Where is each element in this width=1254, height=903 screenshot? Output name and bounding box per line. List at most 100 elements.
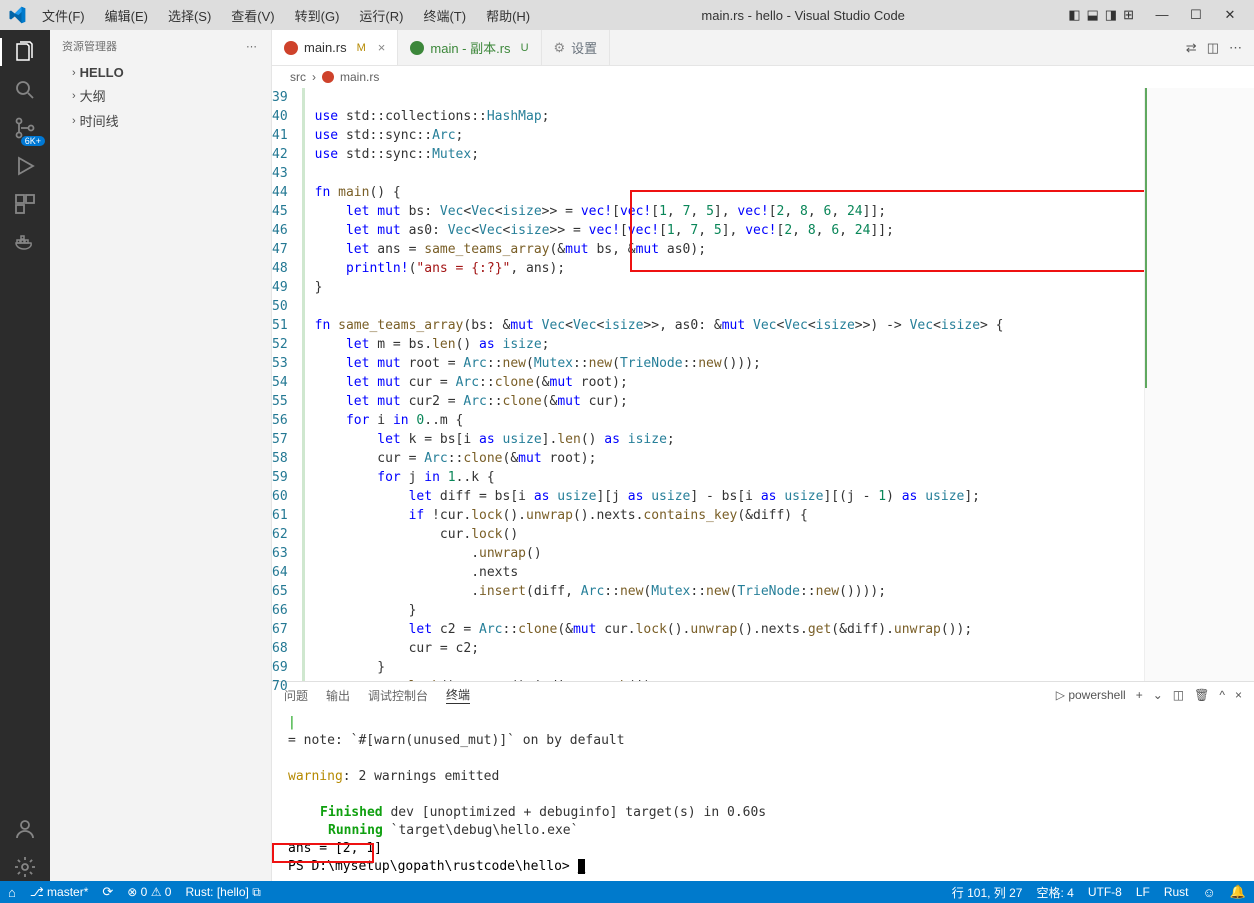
tab-label: main.rs [304, 40, 347, 55]
minimize-icon[interactable]: — [1146, 7, 1178, 23]
panel-tabs: 问题 输出 调试控制台 终端 ▷ powershell + ⌄ ◫ 🗑 ^ × [272, 682, 1254, 708]
window-controls: — ☐ ✕ [1146, 7, 1246, 23]
cursor-position[interactable]: 行 101, 列 27 [952, 884, 1023, 901]
editor-group: main.rs M × main - 副本.rs U ⚙ 设置 ⇄ ◫ ⋯ sr… [272, 30, 1254, 881]
more-actions-icon[interactable]: ⋯ [1229, 40, 1242, 56]
scm-badge: 6K+ [21, 136, 45, 146]
menu-view[interactable]: 查看(V) [223, 3, 282, 28]
maximize-panel-icon[interactable]: ^ [1219, 688, 1225, 702]
sidebar-item-timeline[interactable]: ›时间线 [50, 108, 271, 133]
warning-label: warning [288, 769, 343, 784]
tab-close-icon[interactable]: × [378, 40, 386, 55]
split-editor-icon[interactable]: ◫ [1207, 40, 1219, 56]
minimap[interactable] [1144, 88, 1254, 681]
main-menu: 文件(F) 编辑(E) 选择(S) 查看(V) 转到(G) 运行(R) 终端(T… [34, 3, 538, 28]
new-terminal-icon[interactable]: + [1136, 688, 1143, 702]
terminal-cursor: _ [578, 859, 586, 874]
sync-icon[interactable]: ⟳ [102, 884, 113, 900]
untracked-indicator: U [521, 42, 529, 54]
terminal-prompt: PS D:\mysetup\gopath\rustcode\hello> [288, 859, 578, 874]
chevron-down-icon[interactable]: ⌄ [1153, 688, 1163, 702]
panel-tab-output[interactable]: 输出 [326, 687, 350, 704]
sidebar-header: 资源管理器 ⋯ [50, 30, 271, 62]
code-content[interactable]: use std::collections::HashMap;use std::s… [305, 88, 1144, 681]
terminal-content[interactable]: | = note: `#[warn(unused_mut)]` on by de… [272, 708, 1254, 881]
terminal-profile[interactable]: ▷ powershell [1056, 688, 1126, 702]
chevron-right-icon: › [312, 70, 316, 84]
split-terminal-icon[interactable]: ◫ [1173, 688, 1184, 702]
docker-icon[interactable] [11, 228, 39, 256]
tab-main-rs[interactable]: main.rs M × [272, 30, 398, 65]
editor-area[interactable]: 3940414243444546474849505152535455565758… [272, 88, 1254, 681]
feedback-icon[interactable]: ☺ [1203, 885, 1216, 900]
bottom-panel: 问题 输出 调试控制台 终端 ▷ powershell + ⌄ ◫ 🗑 ^ × … [272, 681, 1254, 881]
compare-changes-icon[interactable]: ⇄ [1186, 40, 1197, 56]
remote-icon[interactable]: ⌂ [8, 885, 16, 900]
extensions-icon[interactable] [11, 190, 39, 218]
status-bar: ⌂ ⎇ master* ⟳ ⊗ 0 ⚠ 0 Rust: [hello] ⧉ 行 … [0, 881, 1254, 903]
activity-bar: 6K+ [0, 30, 50, 881]
panel-tab-terminal[interactable]: 终端 [446, 686, 470, 704]
tab-label: main - 副本.rs [430, 38, 510, 57]
layout-grid-icon[interactable]: ⊞ [1123, 7, 1134, 23]
breadcrumb-src[interactable]: src [290, 70, 306, 84]
git-branch[interactable]: ⎇ master* [30, 885, 89, 899]
rust-status[interactable]: Rust: [hello] ⧉ [185, 885, 260, 900]
breadcrumb-file[interactable]: main.rs [340, 70, 379, 84]
rust-file-icon [322, 71, 334, 83]
rust-file-icon [410, 41, 424, 55]
sidebar-item-outline[interactable]: › 大纲 [50, 83, 271, 108]
account-icon[interactable] [11, 815, 39, 843]
line-gutter: 3940414243444546474849505152535455565758… [272, 88, 305, 681]
tab-settings[interactable]: ⚙ 设置 [542, 30, 611, 65]
close-panel-icon[interactable]: × [1235, 688, 1242, 702]
panel-bottom-icon[interactable]: ⬓ [1087, 7, 1099, 23]
title-bar: 文件(F) 编辑(E) 选择(S) 查看(V) 转到(G) 运行(R) 终端(T… [0, 0, 1254, 30]
breadcrumb[interactable]: src › main.rs [272, 66, 1254, 88]
sidebar-more-icon[interactable]: ⋯ [246, 40, 259, 53]
problems-count[interactable]: ⊗ 0 ⚠ 0 [127, 885, 171, 899]
language-mode[interactable]: Rust [1164, 885, 1189, 899]
running-text: `target\debug\hello.exe` [383, 823, 579, 838]
note-line: = note: `#[warn(unused_mut)]` on by defa… [288, 733, 625, 748]
close-icon[interactable]: ✕ [1214, 7, 1246, 23]
rust-file-icon [284, 41, 298, 55]
window-title: main.rs - hello - Visual Studio Code [538, 8, 1068, 23]
editor-toolbar: ⇄ ◫ ⋯ [1186, 40, 1254, 56]
menu-select[interactable]: 选择(S) [160, 3, 219, 28]
eol[interactable]: LF [1136, 885, 1150, 899]
program-output: ans = [2, 1] [288, 840, 1238, 858]
kill-terminal-icon[interactable]: 🗑 [1194, 688, 1209, 702]
search-icon[interactable] [11, 76, 39, 104]
menu-terminal[interactable]: 终端(T) [415, 3, 474, 28]
sidebar-item-hello[interactable]: ›HELLO [50, 62, 271, 83]
warning-text: : 2 warnings emitted [343, 769, 500, 784]
panel-tab-debug[interactable]: 调试控制台 [368, 687, 428, 704]
menu-edit[interactable]: 编辑(E) [97, 3, 156, 28]
running-label: Running [328, 823, 383, 838]
explorer-icon[interactable] [11, 38, 39, 66]
chevron-right-icon: › [72, 90, 76, 102]
finished-label: Finished [320, 805, 383, 820]
source-control-icon[interactable]: 6K+ [11, 114, 39, 142]
modified-indicator: M [357, 42, 366, 54]
indentation[interactable]: 空格: 4 [1036, 884, 1073, 901]
maximize-icon[interactable]: ☐ [1180, 7, 1212, 23]
menu-run[interactable]: 运行(R) [351, 3, 411, 28]
menu-file[interactable]: 文件(F) [34, 3, 93, 28]
layout-controls: ◧ ⬓ ◨ ⊞ [1068, 7, 1134, 23]
panel-left-icon[interactable]: ◧ [1068, 7, 1080, 23]
run-debug-icon[interactable] [11, 152, 39, 180]
menu-goto[interactable]: 转到(G) [287, 3, 348, 28]
encoding[interactable]: UTF-8 [1088, 885, 1122, 899]
settings-gear-icon[interactable] [11, 853, 39, 881]
menu-help[interactable]: 帮助(H) [478, 3, 538, 28]
vscode-logo-icon [8, 6, 26, 24]
editor-tabs: main.rs M × main - 副本.rs U ⚙ 设置 ⇄ ◫ ⋯ [272, 30, 1254, 66]
tab-main-copy-rs[interactable]: main - 副本.rs U [398, 30, 541, 65]
sidebar-item-label: 大纲 [80, 86, 106, 105]
sidebar-item-label: 时间线 [80, 111, 119, 130]
panel-right-icon[interactable]: ◨ [1105, 7, 1117, 23]
chevron-right-icon: › [72, 67, 76, 79]
notifications-icon[interactable]: 🔔 [1230, 884, 1246, 900]
